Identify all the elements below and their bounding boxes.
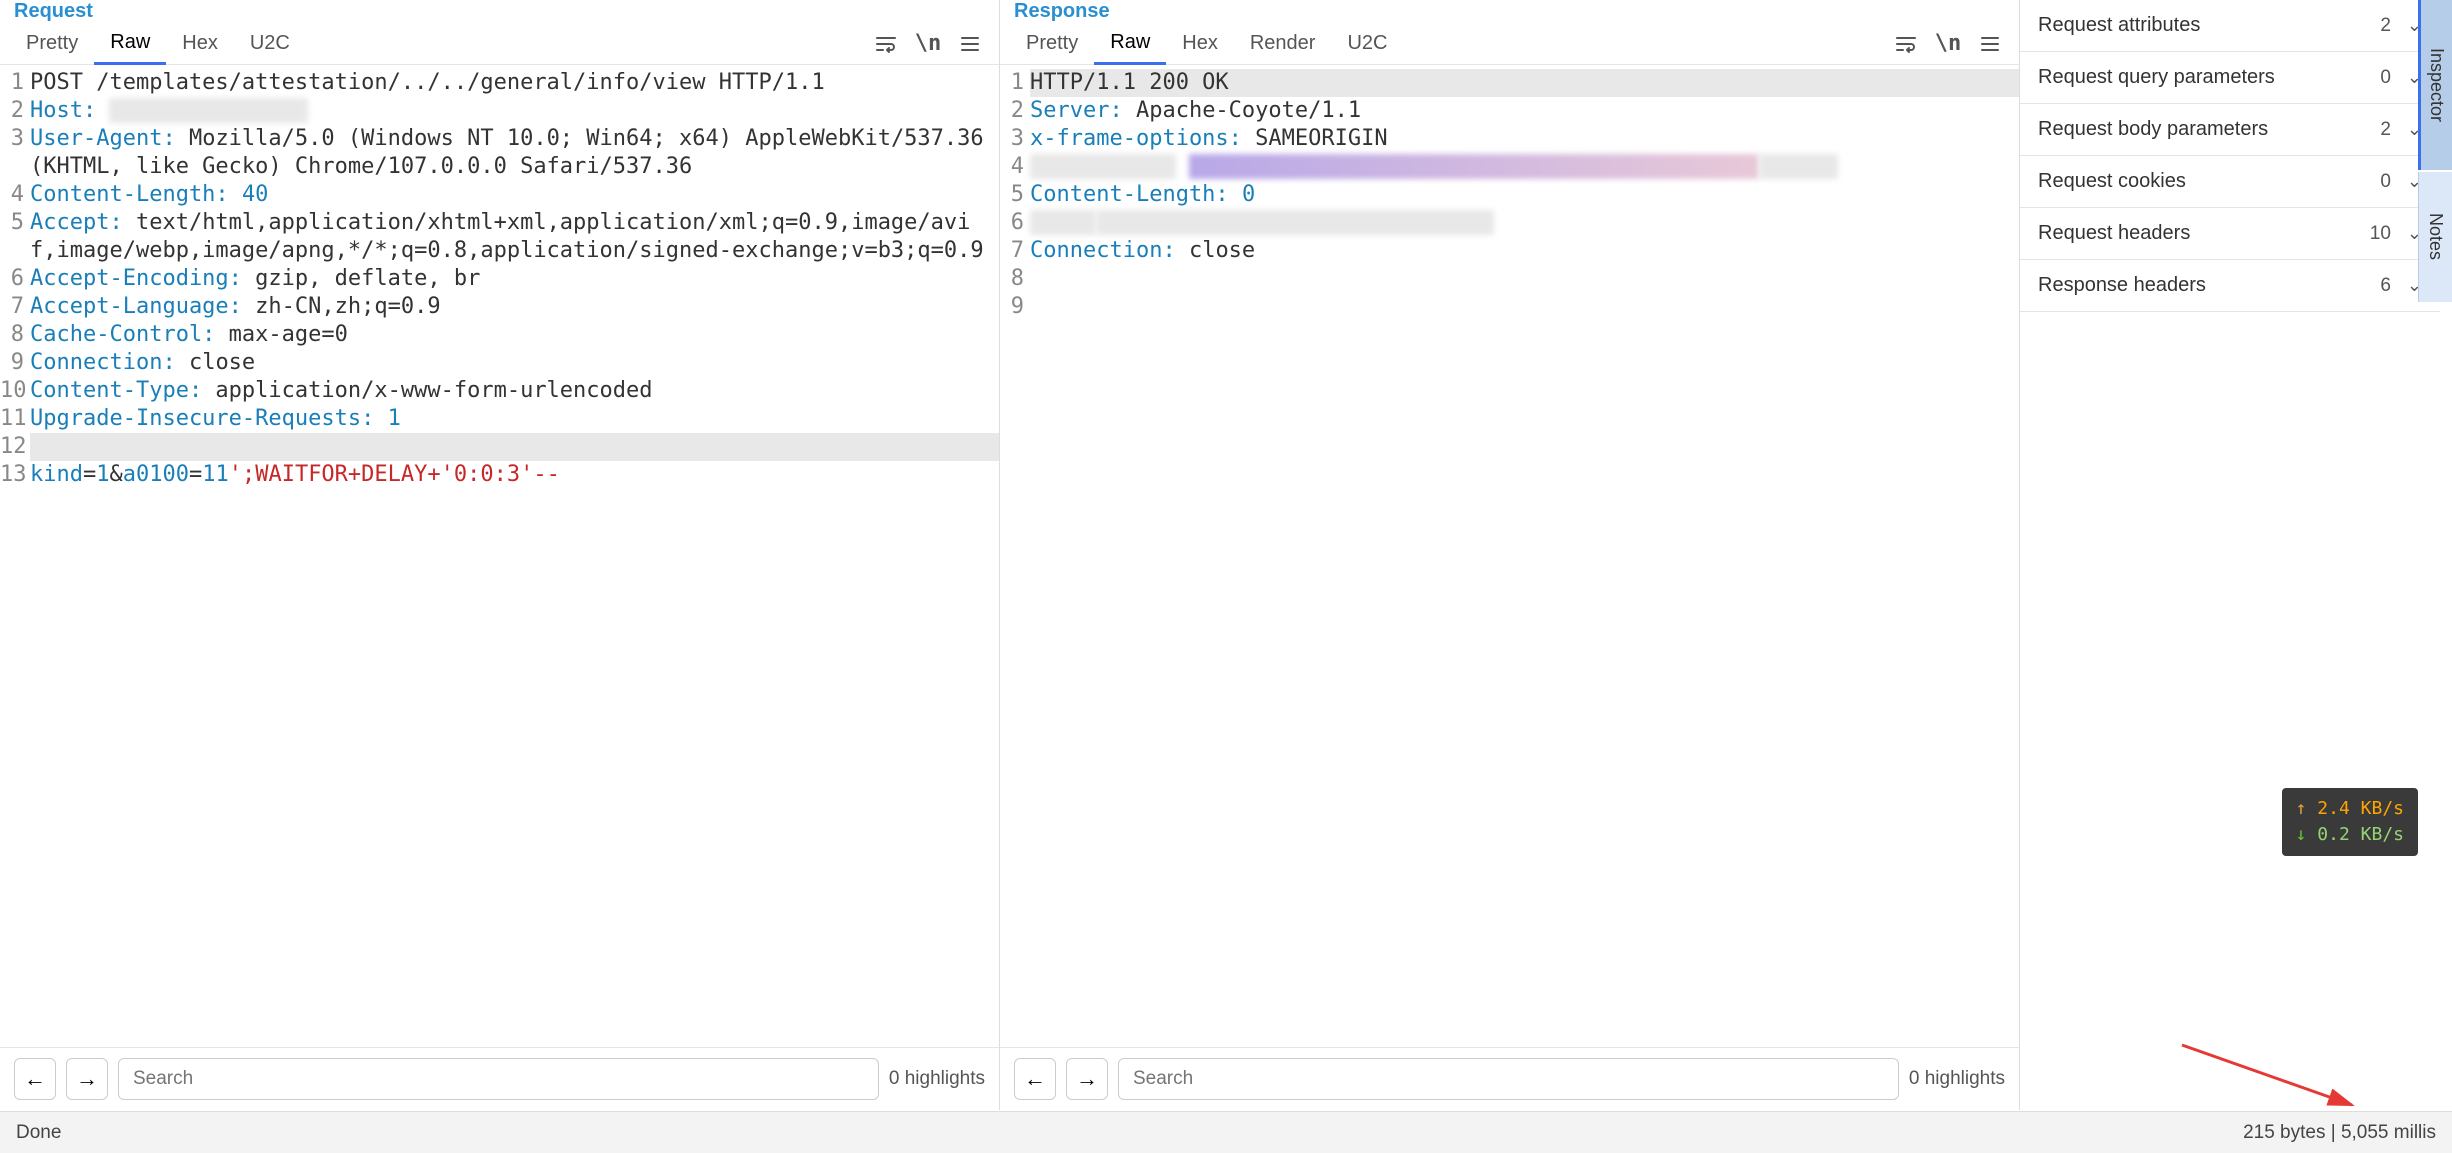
inspector-row-label: Request attributes [2038,14,2200,37]
response-tab-pretty[interactable]: Pretty [1010,24,1094,63]
sidebar-tab-inspector[interactable]: Inspector [2418,0,2452,170]
editor-line[interactable]: 8 [1000,265,2019,293]
inspector-row-count: 10 [2370,223,2391,244]
prev-match-button[interactable]: ← [1014,1058,1056,1100]
inspector-row-count: 0 [2380,171,2391,192]
request-tab-hex[interactable]: Hex [166,24,234,63]
response-tab-render[interactable]: Render [1234,24,1332,63]
response-editor[interactable]: 1HTTP/1.1 200 OK2Server: Apache-Coyote/1… [1000,65,2019,1047]
bandwidth-indicator: 2.4 KB/s 0.2 KB/s [2282,788,2418,856]
editor-line[interactable]: 2Host: 1.100.00.41.200 [0,97,999,125]
editor-line[interactable]: 1POST /templates/attestation/../../gener… [0,69,999,97]
request-tabs: Pretty Raw Hex U2C \n [0,23,999,65]
inspector-row-label: Request body parameters [2038,118,2268,141]
request-tab-raw[interactable]: Raw [94,23,166,65]
sidebar-tab-notes[interactable]: Notes [2418,172,2452,302]
status-done: Done [16,1122,61,1144]
editor-line[interactable]: 3x-frame-options: SAMEORIGIN [1000,125,2019,153]
inspector-row-label: Request headers [2038,222,2190,245]
editor-line[interactable]: 6Date: Mon, 01 Jan 2024 00:00:00 GMT [1000,209,2019,237]
inspector-row[interactable]: Request headers10⌄ [2020,208,2440,260]
upload-speed: 2.4 KB/s [2296,796,2404,822]
download-speed: 0.2 KB/s [2296,822,2404,848]
request-editor[interactable]: 1POST /templates/attestation/../../gener… [0,65,999,1047]
editor-line[interactable]: 1HTTP/1.1 200 OK [1000,69,2019,97]
editor-line[interactable]: 4Content-Length: 40 [0,181,999,209]
wrap-icon[interactable] [1887,29,1925,59]
response-title: Response [1000,0,2019,23]
inspector-row[interactable]: Request query parameters0⌄ [2020,52,2440,104]
response-search-input[interactable] [1118,1058,1899,1100]
editor-line[interactable]: 13kind=1&a0100=11';WAITFOR+DELAY+'0:0:3'… [0,461,999,489]
inspector-row[interactable]: Response headers6⌄ [2020,260,2440,312]
menu-icon[interactable] [951,29,989,59]
editor-line[interactable]: 10Content-Type: application/x-www-form-u… [0,377,999,405]
prev-match-button[interactable]: ← [14,1058,56,1100]
response-tabs: Pretty Raw Hex Render U2C \n [1000,23,2019,65]
inspector-row-label: Request cookies [2038,170,2186,193]
next-match-button[interactable]: → [66,1058,108,1100]
editor-line[interactable]: 4Set-Cookie: JSESSIONID=ABCDEF0123456789… [1000,153,2019,181]
editor-line[interactable]: 8Cache-Control: max-age=0 [0,321,999,349]
editor-line[interactable]: 6Accept-Encoding: gzip, deflate, br [0,265,999,293]
request-title: Request [0,0,999,23]
response-tab-hex[interactable]: Hex [1166,24,1234,63]
inspector-row-count: 0 [2380,67,2391,88]
response-panel: Response Pretty Raw Hex Render U2C \n 1H… [1000,0,2020,1110]
request-footer: ← → 0 highlights [0,1047,999,1110]
response-footer: ← → 0 highlights [1000,1047,2019,1110]
request-highlights: 0 highlights [889,1068,985,1090]
response-tab-raw[interactable]: Raw [1094,23,1166,65]
editor-line[interactable]: 9Connection: close [0,349,999,377]
inspector-row[interactable]: Request attributes2⌄ [2020,0,2440,52]
request-tab-u2c[interactable]: U2C [234,24,306,63]
status-bar: Done 215 bytes | 5,055 millis [0,1111,2452,1153]
newline-icon[interactable]: \n [1929,29,1967,59]
status-bytes-time: 215 bytes | 5,055 millis [2243,1122,2436,1144]
request-panel: Request Pretty Raw Hex U2C \n 1POST /tem… [0,0,1000,1110]
response-tab-u2c[interactable]: U2C [1331,24,1403,63]
editor-line[interactable]: 12 [0,433,999,461]
editor-line[interactable]: 5Content-Length: 0 [1000,181,2019,209]
inspector-panel: Request attributes2⌄Request query parame… [2020,0,2440,1110]
editor-line[interactable]: 9 [1000,293,2019,321]
editor-line[interactable]: 7Accept-Language: zh-CN,zh;q=0.9 [0,293,999,321]
editor-line[interactable]: 11Upgrade-Insecure-Requests: 1 [0,405,999,433]
inspector-row-label: Request query parameters [2038,66,2275,89]
editor-line[interactable]: 3User-Agent: Mozilla/5.0 (Windows NT 10.… [0,125,999,181]
inspector-row[interactable]: Request body parameters2⌄ [2020,104,2440,156]
wrap-icon[interactable] [867,29,905,59]
inspector-row[interactable]: Request cookies0⌄ [2020,156,2440,208]
inspector-row-count: 2 [2380,119,2391,140]
request-search-input[interactable] [118,1058,879,1100]
response-highlights: 0 highlights [1909,1068,2005,1090]
newline-icon[interactable]: \n [909,29,947,59]
inspector-row-label: Response headers [2038,274,2206,297]
next-match-button[interactable]: → [1066,1058,1108,1100]
editor-line[interactable]: 5Accept: text/html,application/xhtml+xml… [0,209,999,265]
menu-icon[interactable] [1971,29,2009,59]
editor-line[interactable]: 7Connection: close [1000,237,2019,265]
inspector-row-count: 2 [2380,15,2391,36]
inspector-row-count: 6 [2380,275,2391,296]
request-tab-pretty[interactable]: Pretty [10,24,94,63]
editor-line[interactable]: 2Server: Apache-Coyote/1.1 [1000,97,2019,125]
